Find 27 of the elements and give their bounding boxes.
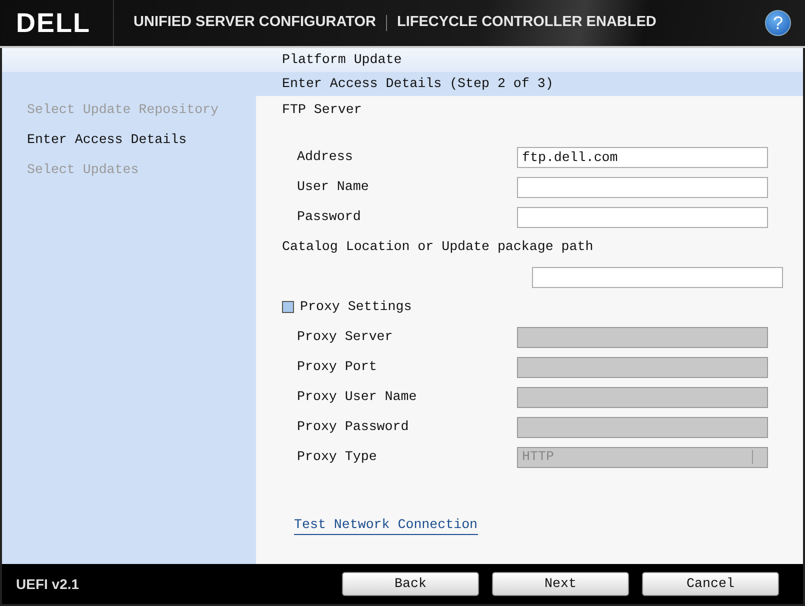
input-field[interactable]: ftp.dell.com (517, 146, 768, 168)
field-label: Proxy User Name (297, 389, 417, 404)
field-label: Proxy Type (297, 449, 377, 464)
field-label: Address (297, 149, 353, 164)
proxy-checkbox[interactable]: Proxy Settings (282, 297, 412, 317)
field-label: Proxy Server (297, 329, 393, 344)
test-connection-link[interactable]: Test Network Connection (294, 514, 478, 536)
page-title: Platform Update (282, 52, 402, 67)
field-label: Password (297, 209, 361, 224)
product-title: UNIFIED SERVER CONFIGURATOR (132, 13, 376, 32)
footer-button[interactable]: Cancel (642, 572, 779, 596)
product-subtitle: LIFECYCLE CONTROLLER ENABLED (397, 13, 656, 32)
section-heading: FTP Server (282, 101, 362, 119)
field-label: Proxy Port (297, 359, 377, 374)
field-label: User Name (297, 179, 369, 194)
step-title: Enter Access Details (Step 2 of 3) (282, 76, 554, 91)
logo: DELL (0, 0, 114, 46)
input-field[interactable] (517, 176, 768, 198)
footer-button[interactable]: Next (492, 572, 629, 596)
field-label: Proxy Password (297, 419, 409, 434)
footer-button[interactable]: Back (342, 572, 479, 596)
version-label: UEFI v2.1 (15, 574, 80, 594)
dropdown: HTTP (517, 446, 768, 468)
step-item[interactable]: Enter Access Details (27, 132, 187, 147)
input-field[interactable] (517, 206, 768, 228)
field-label: Catalog Location or Update package path (282, 238, 594, 256)
input-field[interactable] (532, 266, 783, 288)
